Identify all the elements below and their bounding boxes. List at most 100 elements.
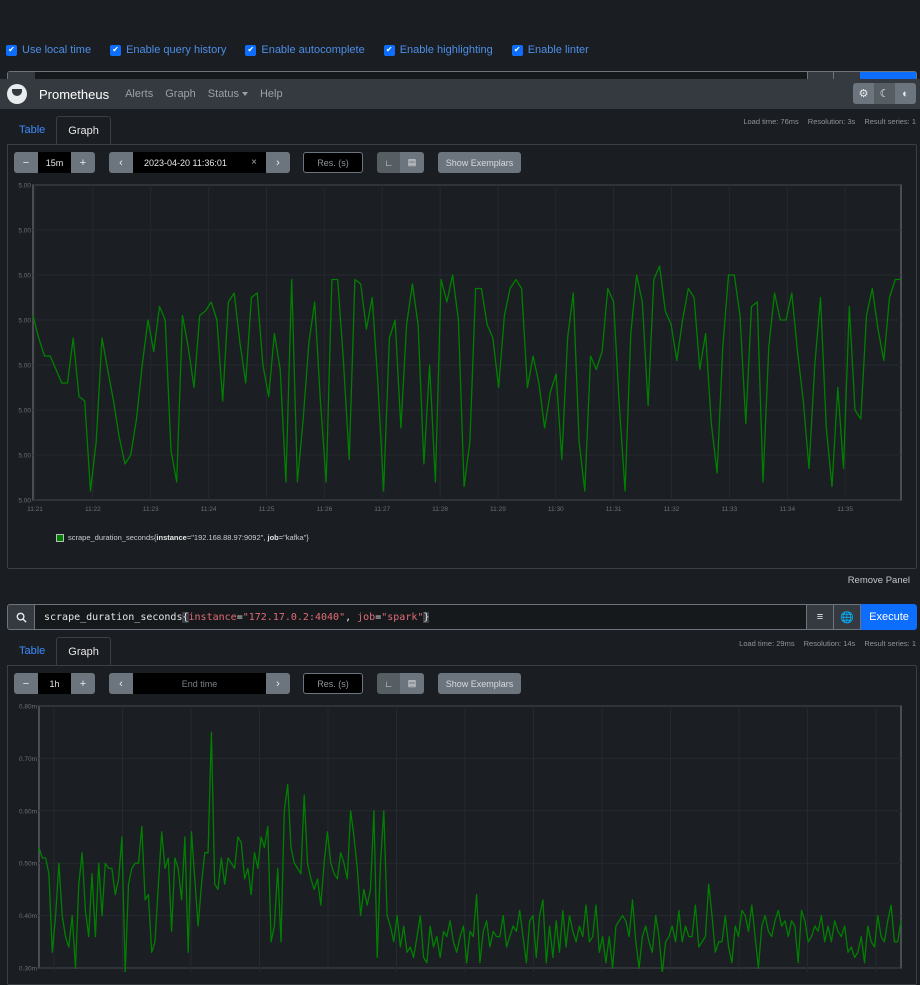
resolution-input[interactable]: Res. (s) <box>303 152 363 173</box>
x-tick-label: 11:35 <box>837 506 853 513</box>
remove-panel-link[interactable]: Remove Panel <box>848 575 910 586</box>
time-back-button[interactable]: ‹ <box>109 673 133 694</box>
option-3[interactable]: ✔ Enable highlighting <box>383 44 493 56</box>
execute-button[interactable]: Execute <box>861 604 917 630</box>
end-time-input[interactable]: End time <box>133 673 266 694</box>
checkbox[interactable]: ✔ <box>511 44 523 56</box>
end-time-control: ‹ 2023-04-20 11:36:01 × › <box>109 152 290 173</box>
checkbox[interactable]: ✔ <box>110 44 122 56</box>
legend-item[interactable]: scrape_duration_seconds{instance="192.16… <box>56 533 309 542</box>
y-tick-label: 0.50m <box>19 861 37 868</box>
prometheus-logo-icon[interactable] <box>7 84 27 104</box>
range-decrease-button[interactable]: − <box>14 152 38 173</box>
option-label: Enable autocomplete <box>261 44 365 56</box>
end-time-input[interactable]: 2023-04-20 11:36:01 <box>133 152 242 173</box>
range-increase-button[interactable]: + <box>71 152 95 173</box>
time-back-button[interactable]: ‹ <box>109 152 133 173</box>
y-tick-label: 0.80m <box>19 704 37 711</box>
x-tick-label: 11:34 <box>779 506 795 513</box>
navbar: Prometheus Alerts Graph Status Help ⚙ ☾ … <box>0 79 920 109</box>
nav-help[interactable]: Help <box>260 88 283 100</box>
y-tick-label: 5.00 <box>18 453 31 460</box>
panel1-tabs: Table Graph <box>8 116 111 144</box>
time-forward-button[interactable]: › <box>266 152 290 173</box>
end-time-control: ‹ End time › <box>109 673 290 694</box>
resolution: Resolution: 14s <box>803 639 856 648</box>
clear-time-icon[interactable]: × <box>242 152 266 173</box>
y-tick-label: 5.00 <box>18 183 31 190</box>
panel1-stats: Load time: 76ms Resolution: 3s Result se… <box>743 117 916 126</box>
nav-status-label: Status <box>207 88 239 100</box>
metrics-explorer-icon[interactable]: 🌐 <box>834 604 861 630</box>
line-chart-icon[interactable]: ∟ <box>377 673 400 694</box>
format-expression-icon[interactable]: ≡ <box>807 604 834 630</box>
nav-status-dropdown[interactable]: Status <box>208 88 248 100</box>
expression-input[interactable]: scrape_duration_seconds{instance = "172.17… <box>35 604 807 630</box>
time-forward-button[interactable]: › <box>266 673 290 694</box>
option-2[interactable]: ✔ Enable autocomplete <box>245 44 365 56</box>
nav-graph[interactable]: Graph <box>165 88 196 100</box>
tab-table[interactable]: Table <box>8 116 56 144</box>
show-exemplars-button[interactable]: Show Exemplars <box>438 152 521 173</box>
chart-type-group: ∟ ▤ <box>377 673 424 694</box>
nav-alerts[interactable]: Alerts <box>125 88 153 100</box>
result-series: Result series: 1 <box>864 117 916 126</box>
stacked-chart-icon[interactable]: ▤ <box>400 152 424 173</box>
series-color-swatch <box>56 533 64 542</box>
tab-table[interactable]: Table <box>8 637 56 665</box>
y-tick-label: 5.00 <box>18 273 31 280</box>
option-label: Enable highlighting <box>399 44 493 56</box>
theme-toggle-group: ⚙ ☾ ◐ <box>853 83 916 104</box>
range-input[interactable]: 15m <box>38 152 71 173</box>
contrast-icon[interactable]: ◐ <box>895 83 916 104</box>
x-tick-label: 11:31 <box>606 506 622 513</box>
search-icon[interactable] <box>7 604 35 630</box>
x-tick-label: 11:32 <box>664 506 680 513</box>
y-tick-label: 5.00 <box>18 363 31 370</box>
legend-series-label: scrape_duration_seconds{instance="192.16… <box>68 533 309 542</box>
y-tick-label: 5.00 <box>18 498 31 505</box>
checkbox[interactable]: ✔ <box>383 44 395 56</box>
brand-link[interactable]: Prometheus <box>39 87 109 102</box>
option-1[interactable]: ✔ Enable query history <box>110 44 226 56</box>
caret-down-icon <box>241 92 248 97</box>
tab-graph[interactable]: Graph <box>56 637 111 665</box>
graph-1[interactable]: 5.005.005.005.005.005.005.005.0011:21 11:… <box>8 178 913 518</box>
checkbox[interactable]: ✔ <box>6 44 17 56</box>
resolution-input[interactable]: Res. (s) <box>303 673 363 694</box>
expression-bar: scrape_duration_seconds{instance = "172.17… <box>7 604 917 630</box>
x-tick-label: 11:21 <box>27 506 43 513</box>
x-tick-label: 11:28 <box>432 506 448 513</box>
range-increase-button[interactable]: + <box>71 673 95 694</box>
result-series: Result series: 1 <box>864 639 916 648</box>
x-tick-label: 11:25 <box>259 506 275 513</box>
y-tick-label: 0.40m <box>19 913 37 920</box>
y-tick-label: 0.30m <box>19 966 37 973</box>
x-tick-label: 11:22 <box>85 506 101 513</box>
gear-icon[interactable]: ⚙ <box>853 83 874 104</box>
x-tick-label: 11:29 <box>490 506 506 513</box>
x-tick-label: 11:24 <box>201 506 217 513</box>
graph-2[interactable]: 0.80m 0.70m 0.60m 0.50m 0.40m 0.30m <box>8 699 913 972</box>
plot-area <box>38 705 902 969</box>
y-tick-label: 0.70m <box>19 756 37 763</box>
option-label: Enable linter <box>527 44 589 56</box>
load-time: Load time: 29ms <box>739 639 795 648</box>
option-4[interactable]: ✔ Enable linter <box>511 44 589 56</box>
line-chart-icon[interactable]: ∟ <box>377 152 400 173</box>
show-exemplars-button[interactable]: Show Exemplars <box>438 673 521 694</box>
x-tick-label: 11:33 <box>722 506 738 513</box>
option-0[interactable]: ✔ Use local time <box>6 44 91 56</box>
stacked-chart-icon[interactable]: ▤ <box>400 673 424 694</box>
checkbox[interactable]: ✔ <box>245 44 257 56</box>
x-tick-label: 11:23 <box>143 506 159 513</box>
tab-graph[interactable]: Graph <box>56 116 111 144</box>
option-label: Enable query history <box>126 44 227 56</box>
range-decrease-button[interactable]: − <box>14 673 38 694</box>
moon-icon[interactable]: ☾ <box>874 83 895 104</box>
range-control: − 1h + <box>14 673 95 694</box>
y-tick-label: 5.00 <box>18 318 31 325</box>
range-input[interactable]: 1h <box>38 673 71 694</box>
x-tick-label: 11:26 <box>316 506 332 513</box>
option-label: Use local time <box>22 44 92 56</box>
